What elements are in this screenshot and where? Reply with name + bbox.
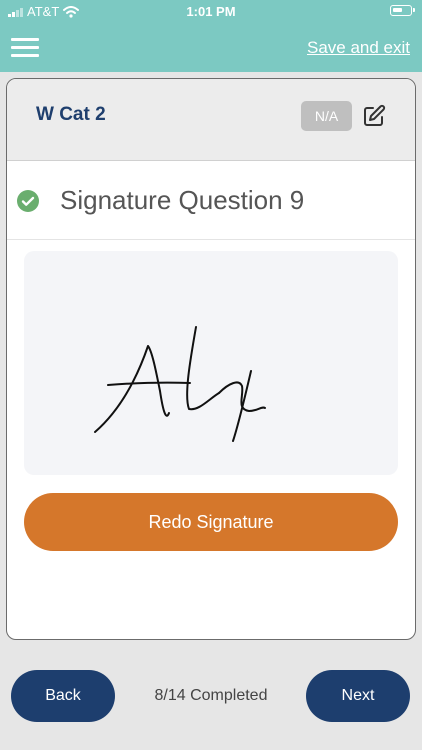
next-button[interactable]: Next	[306, 670, 410, 722]
status-bar: AT&T 1:01 PM	[0, 0, 422, 24]
section-title: W Cat 2	[36, 104, 106, 125]
save-and-exit-link[interactable]: Save and exit	[307, 38, 410, 58]
progress-text: 8/14 Completed	[154, 687, 268, 704]
back-button[interactable]: Back	[11, 670, 115, 722]
card-header: W Cat 2 N/A	[7, 79, 415, 161]
check-circle-icon	[17, 190, 39, 212]
battery-icon	[390, 5, 415, 16]
redo-signature-button[interactable]: Redo Signature	[24, 493, 398, 551]
question-card: W Cat 2 N/A Signature Question 9 Redo Si…	[6, 78, 416, 640]
app-header: Save and exit	[0, 24, 422, 72]
na-button[interactable]: N/A	[301, 101, 352, 131]
signature-pad[interactable]	[24, 251, 398, 475]
hamburger-menu-icon[interactable]	[11, 38, 39, 58]
question-row: Signature Question 9	[7, 161, 415, 240]
question-title: Signature Question 9	[60, 185, 305, 215]
status-time: 1:01 PM	[186, 4, 236, 19]
signature-drawing	[94, 326, 266, 442]
edit-pencil-icon[interactable]	[362, 104, 386, 128]
